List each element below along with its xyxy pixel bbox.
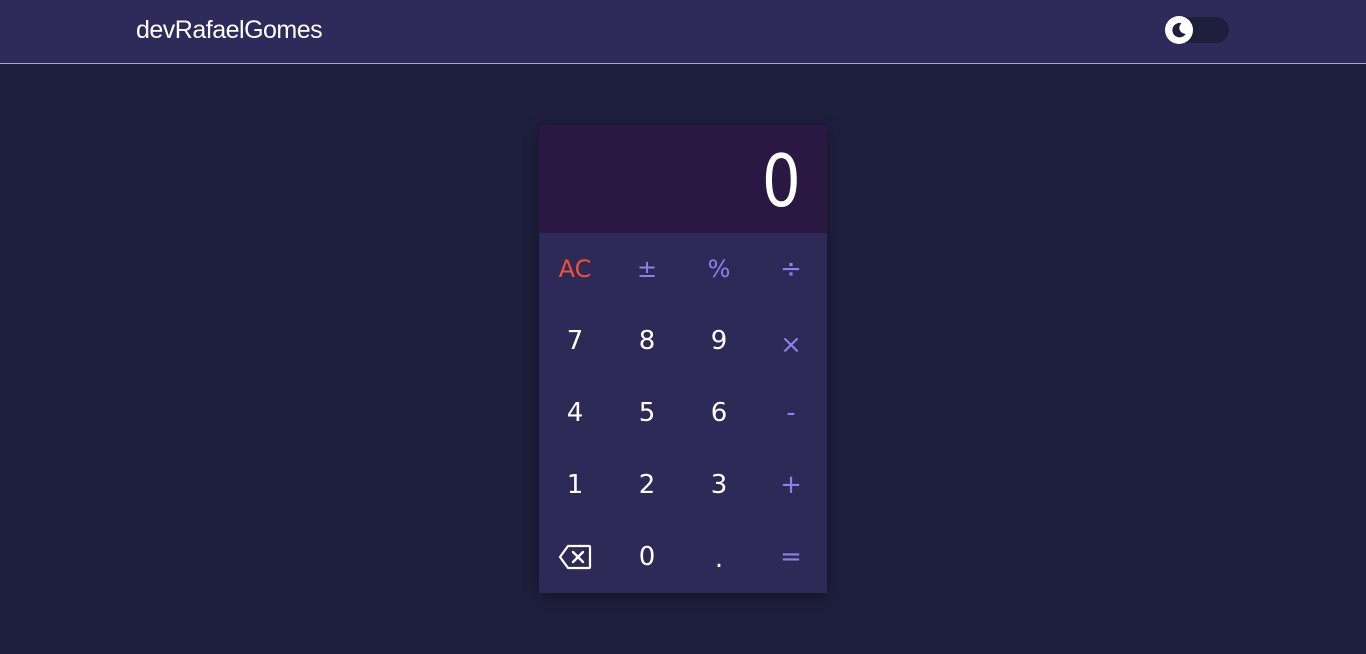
brand-title: devRafaelGomes (136, 16, 323, 44)
divide-button[interactable]: ÷ (755, 233, 827, 305)
moon-icon (1172, 22, 1186, 38)
theme-toggle[interactable] (1165, 16, 1229, 44)
digit-4-button[interactable]: 4 (539, 377, 611, 449)
percent-button[interactable]: % (683, 233, 755, 305)
toggle-knob (1165, 16, 1193, 44)
digit-9-button[interactable]: 9 (683, 305, 755, 377)
minus-button[interactable]: - (755, 377, 827, 449)
digit-7-button[interactable]: 7 (539, 305, 611, 377)
digit-2-button[interactable]: 2 (611, 449, 683, 521)
equals-button[interactable]: = (755, 521, 827, 593)
digit-3-button[interactable]: 3 (683, 449, 755, 521)
backspace-icon (558, 544, 592, 570)
digit-8-button[interactable]: 8 (611, 305, 683, 377)
plus-button[interactable]: + (755, 449, 827, 521)
clear-button[interactable]: AC (539, 233, 611, 305)
calculator: 0 AC ± % ÷ 7 8 9 × 4 5 6 - 1 2 3 + 0 . = (539, 125, 827, 593)
top-bar: devRafaelGomes (0, 0, 1366, 64)
display-value: 0 (762, 139, 801, 223)
digit-6-button[interactable]: 6 (683, 377, 755, 449)
backspace-button[interactable] (539, 521, 611, 593)
multiply-button[interactable]: × (755, 309, 827, 381)
sign-toggle-button[interactable]: ± (611, 233, 683, 305)
digit-5-button[interactable]: 5 (611, 377, 683, 449)
calculator-display: 0 (539, 125, 827, 233)
digit-1-button[interactable]: 1 (539, 449, 611, 521)
digit-0-button[interactable]: 0 (611, 521, 683, 593)
keypad: AC ± % ÷ 7 8 9 × 4 5 6 - 1 2 3 + 0 . = (539, 233, 827, 593)
decimal-button[interactable]: . (683, 523, 755, 595)
